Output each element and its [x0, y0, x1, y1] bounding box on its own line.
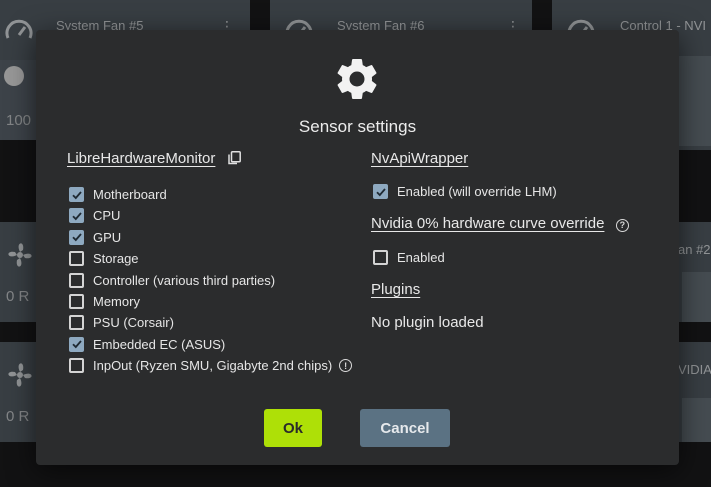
nvidia-curve-link[interactable]: Nvidia 0% hardware curve override [371, 215, 604, 232]
checkbox-label: PSU (Corsair) [93, 315, 174, 331]
info-icon[interactable]: ! [339, 359, 353, 373]
checkbox-checked-icon [69, 208, 84, 224]
lhm-link[interactable]: LibreHardwareMonitor [67, 150, 215, 167]
checkbox-label: InpOut (Ryzen SMU, Gigabyte 2nd chips) [93, 358, 333, 374]
help-icon[interactable]: ? [615, 218, 629, 232]
checkbox-unchecked-icon [69, 251, 84, 267]
copy-icon[interactable] [228, 151, 241, 165]
gear-icon [337, 58, 377, 99]
checkbox-unchecked-icon [69, 358, 84, 374]
checkbox-label: Controller (various third parties) [93, 272, 276, 288]
checkbox-unchecked-icon [69, 315, 84, 331]
checkbox-checked-icon [69, 229, 84, 245]
checkbox-checked-icon [69, 336, 84, 352]
checkbox-label: Motherboard [93, 187, 167, 202]
plugins-section: Plugins [371, 281, 420, 299]
nvidia-curve-enabled-checkbox[interactable]: Enabled [373, 250, 445, 265]
lhm-option-checkbox[interactable]: Storage [69, 251, 139, 267]
checkbox-checked-icon [69, 187, 84, 202]
nvapi-link[interactable]: NvApiWrapper [371, 150, 468, 167]
lhm-option-checkbox[interactable]: Embedded EC (ASUS) [69, 336, 226, 352]
ok-button[interactable]: Ok [264, 409, 322, 447]
lhm-option-checkbox[interactable]: GPU [69, 229, 122, 245]
checkbox-label: Enabled (will override LHM) [397, 184, 557, 199]
checkbox-label: GPU [93, 229, 122, 245]
nvidia-curve-section: Nvidia 0% hardware curve override ? [371, 215, 629, 233]
plugins-link[interactable]: Plugins [371, 281, 420, 298]
checkbox-label: CPU [93, 208, 121, 224]
dialog-title: Sensor settings [298, 117, 417, 136]
nvapi-section: NvApiWrapper [371, 150, 468, 168]
checkbox-label: Storage [93, 251, 139, 267]
lhm-option-checkbox[interactable]: PSU (Corsair) [69, 315, 174, 331]
checkbox-unchecked-icon [69, 272, 84, 288]
checkbox-unchecked-icon [373, 250, 388, 265]
lhm-option-checkbox[interactable]: Motherboard [69, 187, 167, 202]
lhm-option-checkbox[interactable]: Controller (various third parties) [69, 272, 276, 288]
nvapi-enabled-checkbox[interactable]: Enabled (will override LHM) [373, 184, 557, 199]
checkbox-unchecked-icon [69, 294, 84, 309]
checkbox-checked-icon [373, 184, 388, 199]
lhm-option-checkbox[interactable]: CPU [69, 208, 121, 224]
lhm-option-checkbox[interactable]: InpOut (Ryzen SMU, Gigabyte 2nd chips)! [69, 358, 353, 374]
lhm-option-checkbox[interactable]: Memory [69, 294, 140, 309]
sensor-settings-dialog: Sensor settings LibreHardwareMonitor Mot… [36, 30, 679, 465]
checkbox-label: Embedded EC (ASUS) [93, 336, 226, 352]
checkbox-label: Enabled [397, 250, 445, 265]
checkbox-label: Memory [93, 294, 140, 309]
plugins-status: No plugin loaded [371, 314, 484, 331]
lhm-section: LibreHardwareMonitor [67, 150, 241, 168]
cancel-button[interactable]: Cancel [360, 409, 450, 447]
